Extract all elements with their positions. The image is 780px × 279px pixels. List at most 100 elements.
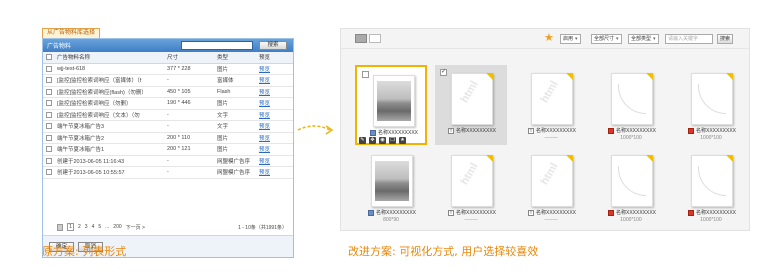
preview-icon[interactable]: ◉ xyxy=(379,137,386,144)
row-checkbox[interactable] xyxy=(43,132,55,144)
move-icon[interactable]: ✥ xyxy=(369,137,376,144)
preview-link[interactable]: 预览 xyxy=(257,166,293,179)
thumbnail-document: html xyxy=(531,73,573,125)
table-row[interactable]: [监控]监控检索词响应（文本）（勿 - 文字 预览 xyxy=(43,109,293,121)
material-card[interactable]: 名称XXXXXXXXX 1000*100 xyxy=(595,65,667,145)
material-table: 广告物料名称 尺寸 类型 预览 wjj-test-618 377 * 228 图片预… xyxy=(43,52,293,179)
material-card[interactable]: html T 名称XXXXXXXXX -------- xyxy=(515,65,587,145)
preview-link[interactable]: 预览 xyxy=(257,97,293,110)
search-button[interactable]: 搜索 xyxy=(717,34,733,44)
table-row[interactable]: [监控]监控检索词响应（富媒体）（f - 富媒体 预览 xyxy=(43,74,293,87)
card-size: -------- xyxy=(544,217,558,223)
row-checkbox[interactable] xyxy=(43,86,55,98)
preview-link[interactable]: 预览 xyxy=(257,143,293,156)
flash-type-icon xyxy=(607,209,614,216)
material-card[interactable]: 名称XXXXXXXXX 1000*100 xyxy=(675,65,747,145)
card-checkbox[interactable] xyxy=(362,71,369,78)
list-view-toggle[interactable] xyxy=(369,34,381,43)
preview-link[interactable]: 预览 xyxy=(257,74,293,87)
row-checkbox[interactable] xyxy=(43,109,55,121)
thumbnail-image xyxy=(373,75,415,127)
preview-link[interactable]: 预览 xyxy=(257,132,293,144)
next-page-link[interactable]: 下一页 > xyxy=(126,224,145,231)
first-page-icon[interactable] xyxy=(57,223,63,231)
page-link[interactable]: 3 xyxy=(85,224,88,230)
pagination: 1 2 3 4 5 ... 200 下一页 > 1 - 10条（共1991条） xyxy=(43,221,293,233)
edit-icon[interactable]: ✎ xyxy=(359,137,366,144)
material-name: 创建于2013-06-05 11:16:43 xyxy=(55,155,165,167)
table-row[interactable]: wjj-test-618 377 * 228 图片 预览 xyxy=(43,63,293,75)
row-checkbox[interactable] xyxy=(43,155,55,167)
row-checkbox[interactable] xyxy=(43,63,55,75)
page-link[interactable]: 200 xyxy=(113,224,121,230)
material-size: 200 * 110 xyxy=(165,132,215,144)
page-link[interactable]: 2 xyxy=(78,224,81,230)
search-input[interactable] xyxy=(181,41,253,50)
size-select[interactable]: 全部尺寸 xyxy=(591,34,622,44)
card-checkbox[interactable]: ✓ xyxy=(440,69,447,76)
table-row[interactable]: [监控]监控检索词响应（勿删） 190 * 446 图片 预览 xyxy=(43,97,293,110)
status-select[interactable]: 启用 xyxy=(560,34,581,44)
table-row[interactable]: [监控]监控检索词响应(flash)（勿删） 450 * 105 Flash 预览 xyxy=(43,86,293,98)
right-caption: 改进方案: 可视化方式, 用户选择较喜效 xyxy=(348,245,539,258)
preview-link[interactable]: 预览 xyxy=(257,109,293,121)
table-row[interactable]: 端午节夏冰箱广告1 200 * 121 图片 预览 xyxy=(43,143,293,156)
material-type: 文字 xyxy=(215,109,257,121)
material-card[interactable]: ✓ html T 名称XXXXXXXXX xyxy=(435,65,507,145)
table-row[interactable]: 创建于2013-06-05 11:16:43- 网盟模广告序 预览 xyxy=(43,155,293,167)
preview-link[interactable]: 预览 xyxy=(257,86,293,98)
material-card[interactable]: 名称XXXXXXXXX 1000*100 xyxy=(595,147,667,227)
material-size: 450 * 105 xyxy=(165,86,215,98)
material-type: 图片 xyxy=(215,63,257,75)
page-link[interactable]: 4 xyxy=(92,224,95,230)
thumbnail-image xyxy=(371,155,413,207)
text-type-icon: T xyxy=(447,209,454,216)
material-list-box: 广告物料 搜索 广告物料名称 尺寸 类型 预览 wjj-test-618 377 … xyxy=(42,38,294,258)
material-card[interactable]: 名称XXXXXXXXX 800*90 xyxy=(355,147,427,227)
row-checkbox[interactable] xyxy=(43,74,55,87)
material-size: - xyxy=(165,166,215,179)
flash-type-icon xyxy=(687,209,694,216)
material-card[interactable]: 名称XXXXXXXXX ✎ ✥ ◉ ❐ ★ xyxy=(355,65,427,145)
type-select[interactable]: 全部类型 xyxy=(628,34,659,44)
material-size: 200 * 121 xyxy=(165,143,215,156)
row-checkbox[interactable] xyxy=(43,166,55,179)
page-current[interactable]: 1 xyxy=(67,223,74,231)
tab-material-library[interactable]: 从广告物料库选择 xyxy=(42,28,101,38)
card-name: 名称XXXXXXXXX xyxy=(695,210,736,216)
row-checkbox[interactable] xyxy=(43,143,55,156)
material-type: 图片 xyxy=(215,132,257,144)
table-row[interactable]: 端午节夏冰箱广告3- 文字 预览 xyxy=(43,120,293,133)
favorite-icon[interactable]: ★ xyxy=(399,137,406,144)
row-checkbox[interactable] xyxy=(43,97,55,110)
copy-icon[interactable]: ❐ xyxy=(389,137,396,144)
material-name: 创建于2013-06-05 10:55:57 xyxy=(55,166,165,179)
grid-toolbar: ★ 启用 全部尺寸 全部类型 请输入关键字 搜索 xyxy=(341,29,749,49)
star-icon[interactable]: ★ xyxy=(544,33,554,44)
page-summary: 1 - 10条（共1991条） xyxy=(238,224,287,231)
search-input[interactable]: 请输入关键字 xyxy=(665,34,713,44)
material-type: 图片 xyxy=(215,143,257,156)
select-all-checkbox[interactable] xyxy=(43,52,55,64)
thumbnail-document: html xyxy=(451,73,493,125)
card-size: 1000*100 xyxy=(620,135,642,141)
thumbnail-document: html xyxy=(531,155,573,207)
material-type: 网盟模广告序 xyxy=(215,166,257,179)
search-button[interactable]: 搜索 xyxy=(259,41,287,50)
card-name: 名称XXXXXXXXX xyxy=(615,128,656,134)
card-size: 1000*100 xyxy=(700,217,722,223)
preview-link[interactable]: 预览 xyxy=(257,63,293,75)
preview-link[interactable]: 预览 xyxy=(257,120,293,133)
material-type: 富媒体 xyxy=(215,74,257,87)
material-card[interactable]: 名称XXXXXXXXX 1000*100 xyxy=(675,147,747,227)
row-checkbox[interactable] xyxy=(43,120,55,133)
material-card[interactable]: html T 名称XXXXXXXXX -------- xyxy=(435,147,507,227)
grid-view-toggle[interactable] xyxy=(355,34,367,43)
table-row[interactable]: 端午节夏冰箱广告2 200 * 110 图片 预览 xyxy=(43,132,293,144)
page-link[interactable]: 5 xyxy=(98,224,101,230)
flash-type-icon xyxy=(607,127,614,134)
table-row[interactable]: 创建于2013-06-05 10:55:57- 网盟模广告序 预览 xyxy=(43,166,293,179)
card-name: 名称XXXXXXXXX xyxy=(377,130,418,136)
preview-link[interactable]: 预览 xyxy=(257,155,293,167)
material-card[interactable]: html T 名称XXXXXXXXX -------- xyxy=(515,147,587,227)
